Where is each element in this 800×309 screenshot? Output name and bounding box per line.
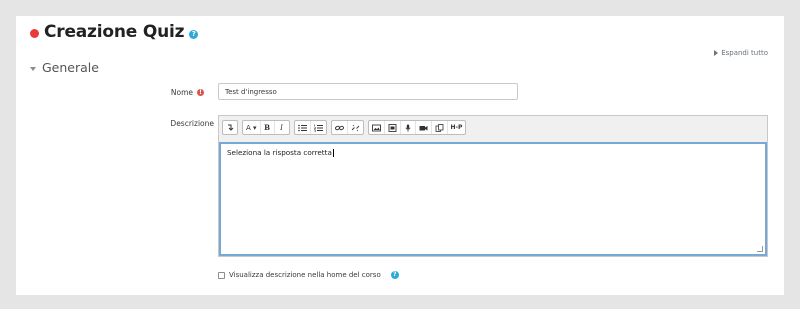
editor-toolbar: A ▾ B I H-P [219, 116, 767, 141]
collapse-toggle-icon[interactable] [223, 121, 237, 134]
chevron-down-icon [30, 66, 36, 71]
descrizione-textarea[interactable]: Seleziona la risposta corretta [219, 142, 767, 256]
page-title: Creazione Quiz [44, 22, 185, 42]
unordered-list-icon[interactable] [295, 121, 311, 134]
toolbar-group-media: H-P [367, 120, 467, 135]
help-icon[interactable]: ? [189, 30, 199, 39]
required-indicator-icon [30, 29, 39, 38]
descrizione-label: Descrizione [170, 119, 214, 128]
show-description-checkbox[interactable] [218, 271, 225, 279]
resize-handle-icon[interactable] [757, 246, 763, 252]
show-description-label: Visualizza descrizione nella home del co… [229, 271, 381, 279]
toolbar-group-links [330, 120, 364, 135]
nome-input[interactable] [218, 83, 518, 100]
expand-all-link[interactable]: Espandi tutto [714, 49, 768, 57]
bold-icon[interactable]: B [261, 121, 275, 134]
record-video-icon[interactable] [416, 121, 432, 134]
image-icon[interactable] [369, 121, 385, 134]
section-title: Generale [42, 60, 99, 75]
unlink-icon[interactable] [348, 121, 363, 134]
link-icon[interactable] [332, 121, 348, 134]
media-icon[interactable] [385, 121, 401, 134]
page-header: Creazione Quiz ? [30, 22, 199, 42]
quiz-settings-card: Creazione Quiz ? Espandi tutto Generale … [16, 16, 784, 295]
required-field-icon: ! [197, 89, 204, 96]
text-cursor [332, 149, 334, 157]
paragraph-style-icon[interactable]: A ▾ [243, 121, 261, 134]
show-description-option: Visualizza descrizione nella home del co… [218, 271, 399, 279]
toolbar-group-toggle [222, 120, 238, 135]
toolbar-group-lists [293, 120, 327, 135]
record-audio-icon[interactable] [401, 121, 416, 134]
help-icon[interactable]: ? [390, 271, 399, 279]
italic-icon[interactable]: I [275, 121, 289, 134]
descrizione-text: Seleziona la risposta corretta [227, 148, 332, 157]
h5p-icon[interactable]: H-P [448, 121, 466, 134]
section-toggle-generale[interactable]: Generale [30, 60, 99, 75]
descrizione-editor: A ▾ B I H-P Seleziona la risposta corret… [218, 115, 768, 257]
toolbar-group-style: A ▾ B I [242, 120, 290, 135]
expand-arrow-icon [714, 50, 719, 56]
nome-label-text: Nome [170, 88, 193, 97]
manage-files-icon[interactable] [432, 121, 448, 134]
expand-all-label: Espandi tutto [721, 49, 768, 57]
ordered-list-icon[interactable] [311, 121, 326, 134]
nome-label: Nome ! [171, 88, 204, 97]
